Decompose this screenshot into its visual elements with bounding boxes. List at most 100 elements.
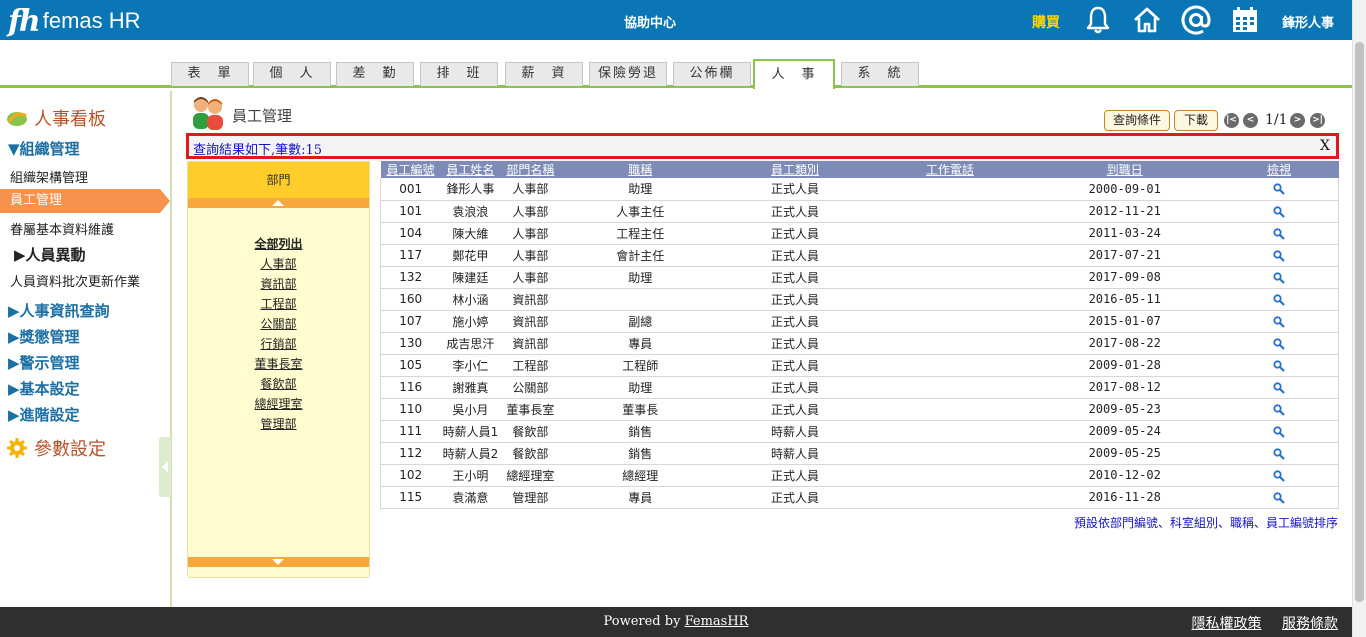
magnifier-icon[interactable] — [1273, 403, 1285, 416]
help-center-link[interactable]: 協助中心 — [590, 12, 710, 31]
col-header-dept[interactable]: 部門名稱 — [500, 161, 561, 178]
sidebar-collapse-handle[interactable] — [159, 437, 171, 497]
sidebar-item-employee-mgmt[interactable]: 員工管理 — [0, 189, 170, 213]
tab-system[interactable]: 系 統 — [841, 62, 919, 86]
sidebar-group-rewards[interactable]: ▶獎懲管理 — [8, 326, 80, 347]
magnifier-icon[interactable] — [1273, 491, 1285, 504]
dept-link[interactable]: 人事部 — [188, 254, 369, 274]
scroll-down-arrow[interactable] — [188, 557, 369, 567]
tab-shift[interactable]: 排 班 — [420, 62, 498, 86]
hire-date-cell: 2016-05-11 — [1029, 288, 1220, 311]
terms-of-service-link[interactable]: 服務條款 — [1282, 616, 1338, 632]
magnifier-icon[interactable] — [1273, 337, 1285, 350]
magnifier-icon[interactable] — [1273, 381, 1285, 394]
dept-link[interactable]: 行銷部 — [188, 334, 369, 354]
scroll-up-arrow[interactable] — [188, 198, 369, 208]
dept-link[interactable]: 餐飲部 — [188, 374, 369, 394]
first-page-button[interactable]: |< — [1224, 113, 1239, 128]
work-phone-cell — [869, 244, 1030, 267]
sidebar-group-alerts[interactable]: ▶警示管理 — [8, 352, 80, 373]
prev-page-button[interactable]: < — [1243, 113, 1258, 128]
magnifier-icon[interactable] — [1273, 425, 1285, 438]
close-button[interactable]: X — [1320, 138, 1330, 154]
femashr-link[interactable]: FemasHR — [685, 614, 749, 629]
emp-type-cell: 正式人員 — [720, 354, 870, 377]
work-phone-cell — [869, 376, 1030, 399]
user-name[interactable]: 鋒形人事 — [1282, 12, 1334, 31]
next-page-button[interactable]: > — [1290, 113, 1305, 128]
tab-salary[interactable]: 薪 資 — [505, 62, 583, 86]
magnifier-icon[interactable] — [1273, 447, 1285, 460]
emp-type-cell: 正式人員 — [720, 376, 870, 399]
sidebar-item-dependents[interactable]: 眷屬基本資料維護 — [10, 219, 114, 238]
hire-date-cell: 2009-05-25 — [1029, 442, 1220, 465]
magnifier-icon[interactable] — [1273, 249, 1285, 262]
buy-link[interactable]: 購買 — [1032, 12, 1060, 32]
sidebar-item-batch-update[interactable]: 人員資料批次更新作業 — [10, 271, 140, 290]
dept-link-all[interactable]: 全部列出 — [188, 234, 369, 254]
col-header-emp-id[interactable]: 員工編號 — [380, 161, 441, 178]
title-cell: 董事長 — [560, 398, 721, 421]
tab-personal[interactable]: 個 人 — [253, 62, 331, 86]
last-page-button[interactable]: >| — [1310, 113, 1325, 128]
page-scrollbar[interactable] — [1352, 0, 1366, 637]
magnifier-icon[interactable] — [1273, 227, 1285, 240]
magnifier-icon[interactable] — [1273, 359, 1285, 372]
param-settings-header[interactable]: 參數設定 — [6, 435, 106, 461]
hire-date-cell: 2017-07-21 — [1029, 244, 1220, 267]
top-header: fh femas HR 協助中心 購買 鋒形人事 — [0, 0, 1366, 40]
view-cell — [1219, 222, 1339, 245]
dept-link[interactable]: 工程部 — [188, 294, 369, 314]
col-header-title[interactable]: 職稱 — [560, 161, 721, 178]
magnifier-icon[interactable] — [1273, 183, 1285, 196]
col-header-emp-type[interactable]: 員工類別 — [720, 161, 870, 178]
magnifier-icon[interactable] — [1273, 469, 1285, 482]
bell-icon[interactable] — [1083, 5, 1113, 35]
download-button[interactable]: 下載 — [1174, 110, 1218, 131]
col-header-work-phone[interactable]: 工作電話 — [869, 161, 1030, 178]
sidebar-group-hr-query[interactable]: ▶人事資訊查詢 — [8, 300, 110, 321]
dept-link[interactable]: 資訊部 — [188, 274, 369, 294]
powered-by-prefix: Powered by — [603, 614, 685, 629]
dept-cell: 人事部 — [500, 178, 561, 201]
at-icon[interactable] — [1181, 5, 1211, 35]
table-row: 110 吳小月 董事長室 董事長 正式人員 2009-05-23 — [380, 398, 1339, 421]
emp-id-cell: 001 — [380, 178, 441, 201]
emp-type-cell: 正式人員 — [720, 310, 870, 333]
dept-link[interactable]: 總經理室 — [188, 394, 369, 414]
page-indicator: 1/1 — [1265, 112, 1288, 128]
emp-type-cell: 正式人員 — [720, 486, 870, 509]
query-conditions-button[interactable]: 查詢條件 — [1104, 110, 1170, 131]
tab-insurance[interactable]: 保險勞退 — [589, 62, 667, 86]
sidebar-group-personnel-change[interactable]: ▶人員異動 — [14, 244, 86, 265]
work-phone-cell — [869, 442, 1030, 465]
tab-bulletin[interactable]: 公佈欄 — [673, 62, 751, 86]
calendar-icon[interactable] — [1230, 5, 1260, 35]
sidebar-group-advanced-settings[interactable]: ▶進階設定 — [8, 404, 80, 425]
privacy-policy-link[interactable]: 隱私權政策 — [1192, 616, 1262, 632]
magnifier-icon[interactable] — [1273, 293, 1285, 306]
dept-link[interactable]: 管理部 — [188, 414, 369, 434]
dept-link[interactable]: 公關部 — [188, 314, 369, 334]
emp-type-cell: 正式人員 — [720, 332, 870, 355]
title-cell: 助理 — [560, 376, 721, 399]
sidebar-group-org[interactable]: ▼組織管理 — [8, 138, 80, 159]
emp-name-cell: 時薪人員1 — [440, 420, 501, 443]
sidebar-item-org-chart[interactable]: 組織架構管理 — [10, 167, 88, 186]
tab-attendance[interactable]: 差 勤 — [336, 62, 414, 86]
tab-forms[interactable]: 表 單 — [171, 62, 249, 86]
sidebar-group-basic-settings[interactable]: ▶基本設定 — [8, 378, 80, 399]
hr-board-header[interactable]: 人事看板 — [6, 105, 106, 131]
magnifier-icon[interactable] — [1273, 315, 1285, 328]
tab-hr[interactable]: 人 事 — [753, 59, 835, 89]
dept-link[interactable]: 董事長室 — [188, 354, 369, 374]
femas-logo[interactable]: fh femas HR — [8, 4, 141, 39]
magnifier-icon[interactable] — [1273, 271, 1285, 284]
home-icon[interactable] — [1132, 5, 1162, 35]
hire-date-cell: 2012-11-21 — [1029, 200, 1220, 223]
col-header-emp-name[interactable]: 員工姓名 — [440, 161, 501, 178]
col-header-hire-date[interactable]: 到職日 — [1029, 161, 1220, 178]
emp-type-cell: 正式人員 — [720, 222, 870, 245]
scrollbar-thumb[interactable] — [1355, 42, 1364, 602]
magnifier-icon[interactable] — [1273, 205, 1285, 218]
